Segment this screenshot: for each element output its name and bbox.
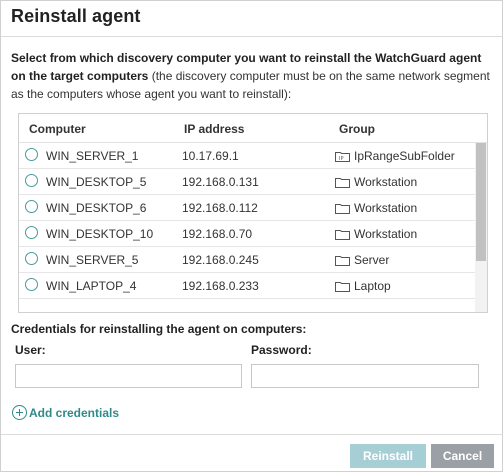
row-radio-button[interactable] [25,174,38,187]
group-cell: IP IpRangeSubFolder [335,149,455,163]
discovery-computers-table: Computer IP address Group WIN_SERVER_1 1… [18,113,488,313]
computer-name: WIN_DESKTOP_5 [46,175,147,189]
reinstall-button[interactable]: Reinstall [350,444,426,468]
column-header-computer: Computer [29,122,86,136]
table-row[interactable]: WIN_LAPTOP_4 192.168.0.233 Laptop [19,273,475,299]
group-name: IpRangeSubFolder [354,149,455,163]
add-credentials-label: Add credentials [29,405,120,420]
table-header: Computer IP address Group [19,114,487,143]
computer-name: WIN_LAPTOP_4 [46,279,137,293]
group-name: Workstation [354,201,418,215]
table-row[interactable]: WIN_DESKTOP_6 192.168.0.112 Workstation [19,195,475,221]
user-input[interactable] [15,364,242,388]
folder-icon [335,229,350,240]
column-header-group: Group [339,122,375,136]
row-radio-button[interactable] [25,252,38,265]
ip-address: 192.168.0.112 [182,201,258,215]
table-row[interactable]: WIN_SERVER_5 192.168.0.245 Server [19,247,475,273]
row-radio-button[interactable] [25,200,38,213]
folder-icon [335,177,350,188]
row-radio-button[interactable] [25,226,38,239]
table-scrollbar[interactable] [475,143,487,312]
password-input[interactable] [251,364,479,388]
table-row[interactable]: WIN_SERVER_1 10.17.69.1 IP IpRangeSubFol… [19,143,475,169]
group-name: Server [354,253,390,267]
ip-address: 192.168.0.131 [182,175,259,189]
computer-name: WIN_DESKTOP_6 [46,201,147,215]
row-radio-button[interactable] [25,148,38,161]
plus-circle-icon [12,405,27,420]
group-cell: Workstation [335,175,417,189]
folder-icon [335,203,350,214]
group-cell: Server [335,253,389,267]
group-cell: Workstation [335,227,417,241]
reinstall-agent-dialog: Reinstall agent Select from which discov… [0,0,503,472]
user-label: User: [15,343,46,357]
scrollbar-thumb[interactable] [476,143,486,261]
ip-address: 10.17.69.1 [182,149,239,163]
password-label: Password: [251,343,312,357]
column-header-ip-address: IP address [184,122,245,136]
footer-divider [1,434,502,435]
group-cell: Workstation [335,201,417,215]
folder-icon [335,281,350,292]
table-row[interactable]: WIN_DESKTOP_5 192.168.0.131 Workstation [19,169,475,195]
ip-folder-icon: IP [335,151,350,162]
computer-name: WIN_SERVER_5 [46,253,139,267]
credentials-section-title: Credentials for reinstalling the agent o… [11,322,307,336]
computer-name: WIN_SERVER_1 [46,149,139,163]
group-name: Workstation [354,227,418,241]
folder-icon [335,255,350,266]
intro-text: Select from which discovery computer you… [11,49,497,103]
dialog-title: Reinstall agent [11,6,141,26]
dialog-header: Reinstall agent [1,1,502,37]
group-cell: Laptop [335,279,391,293]
group-name: Workstation [354,175,418,189]
svg-text:IP: IP [339,156,344,162]
ip-address: 192.168.0.233 [182,279,259,293]
cancel-button[interactable]: Cancel [431,444,494,468]
ip-address: 192.168.0.245 [182,253,259,267]
table-body: WIN_SERVER_1 10.17.69.1 IP IpRangeSubFol… [19,143,475,299]
ip-address: 192.168.0.70 [182,227,253,241]
group-name: Laptop [354,279,391,293]
table-row[interactable]: WIN_DESKTOP_10 192.168.0.70 Workstation [19,221,475,247]
computer-name: WIN_DESKTOP_10 [46,227,154,241]
add-credentials-link[interactable]: Add credentials [12,405,119,420]
row-radio-button[interactable] [25,278,38,291]
